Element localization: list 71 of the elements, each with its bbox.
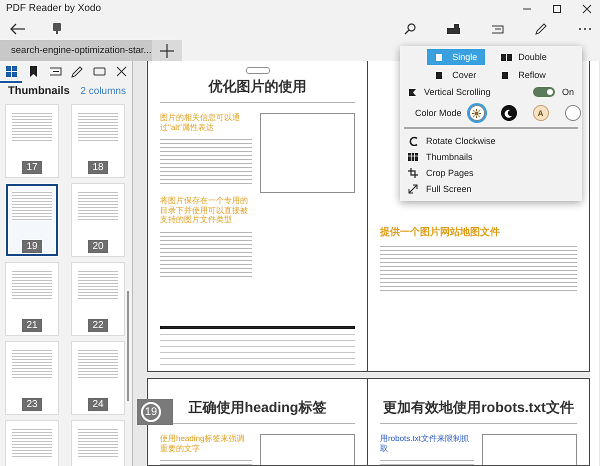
page-number: 23 — [22, 398, 42, 411]
view-mode-icon[interactable] — [447, 24, 460, 34]
page-thumbnail[interactable]: 17 — [6, 105, 58, 177]
page-number: 20 — [88, 240, 108, 253]
page-thumbnail[interactable]: 21 — [6, 263, 58, 335]
scroll-icon — [408, 88, 417, 96]
page-thumbnail[interactable]: 19 — [6, 184, 58, 256]
page-number: 22 — [88, 319, 108, 332]
close-icon[interactable] — [582, 4, 592, 14]
pencil-icon — [70, 64, 84, 78]
page-title: 正确使用heading标签 — [188, 399, 326, 417]
panel-heading: Thumbnails — [8, 85, 70, 97]
plus-icon — [159, 42, 175, 58]
page-title: 更加有效地使用robots.txt文件 — [383, 399, 574, 417]
toggle-switch[interactable] — [532, 87, 555, 97]
pencil-icon[interactable] — [535, 22, 547, 34]
text-lines-drawing — [12, 190, 52, 220]
window-title: PDF Reader by Xodo — [6, 3, 102, 14]
scrollbar-thumb[interactable] — [127, 291, 129, 401]
page-title: 优化图片的使用 — [208, 78, 306, 96]
menu-item[interactable]: Rotate Clockwise — [400, 133, 582, 149]
view-mode-option[interactable]: Double — [493, 49, 555, 65]
page-number: 19 — [22, 240, 42, 253]
page-thumbnail[interactable]: 24 — [72, 342, 124, 414]
search-icon[interactable] — [404, 22, 416, 34]
view-mode-option[interactable]: Cover — [427, 67, 486, 83]
view-mode-option[interactable]: Reflow — [493, 67, 555, 83]
document-tab[interactable]: search-engine-optimization-star... — [0, 40, 152, 61]
more-icon[interactable] — [578, 26, 592, 30]
toggle-state: On — [562, 87, 574, 97]
view-mode-option[interactable]: Single — [427, 49, 486, 65]
section-heading: 提供一个图片网站地图文件 — [380, 227, 501, 239]
section-heading: 将图片保存在一个专用的目录下并使用可以直接被支持的图片文件类型 — [160, 196, 249, 225]
page-thumbnail[interactable]: 20 — [72, 184, 124, 256]
rectangle-icon — [92, 64, 106, 78]
menu-label: Color Mode — [415, 108, 462, 118]
section-heading: 图片的相关信息可以通过"alt"属性表达 — [160, 113, 241, 132]
section-heading: 使用heading标签来强调重要的文字 — [160, 434, 246, 454]
sun-icon — [472, 108, 482, 118]
night-mode-button[interactable] — [500, 105, 517, 121]
maximize-icon[interactable] — [552, 4, 562, 14]
expand-icon — [408, 184, 418, 194]
page-thumbnail[interactable]: 18 — [72, 105, 124, 177]
grid-icon — [4, 64, 18, 78]
page-number: 17 — [22, 161, 42, 174]
outline-icon[interactable] — [491, 24, 504, 34]
page-number: 18 — [88, 161, 108, 174]
crop-icon — [408, 168, 418, 178]
grid-icon — [408, 152, 418, 162]
page-number: 21 — [22, 319, 42, 332]
moon-icon — [504, 108, 514, 118]
device-icon[interactable] — [52, 22, 62, 35]
rotate-icon — [408, 136, 418, 146]
day-mode-button[interactable] — [468, 105, 485, 121]
columns-link[interactable]: 2 columns — [80, 86, 126, 96]
outline-icon — [48, 64, 62, 78]
page-number: 24 — [88, 398, 108, 411]
page-icon — [501, 52, 512, 62]
page-number: 19 — [141, 402, 161, 422]
page-thumbnail[interactable]: 22 — [72, 263, 124, 335]
menu-item[interactable]: Full Screen — [400, 181, 582, 197]
new-tab-button[interactable] — [152, 40, 182, 61]
sepia-mode-button[interactable]: A — [532, 105, 549, 121]
back-arrow-icon[interactable] — [10, 22, 26, 34]
section-heading: 用robots.txt文件来限制抓取 — [380, 434, 470, 454]
menu-item[interactable]: Thumbnails — [400, 149, 582, 165]
custom-mode-button[interactable] — [564, 105, 581, 121]
menu-label: Vertical Scrolling — [424, 87, 492, 97]
close-icon — [116, 66, 126, 76]
menu-item[interactable]: Crop Pages — [400, 165, 582, 181]
page-thumbnail[interactable]: 23 — [6, 342, 58, 414]
